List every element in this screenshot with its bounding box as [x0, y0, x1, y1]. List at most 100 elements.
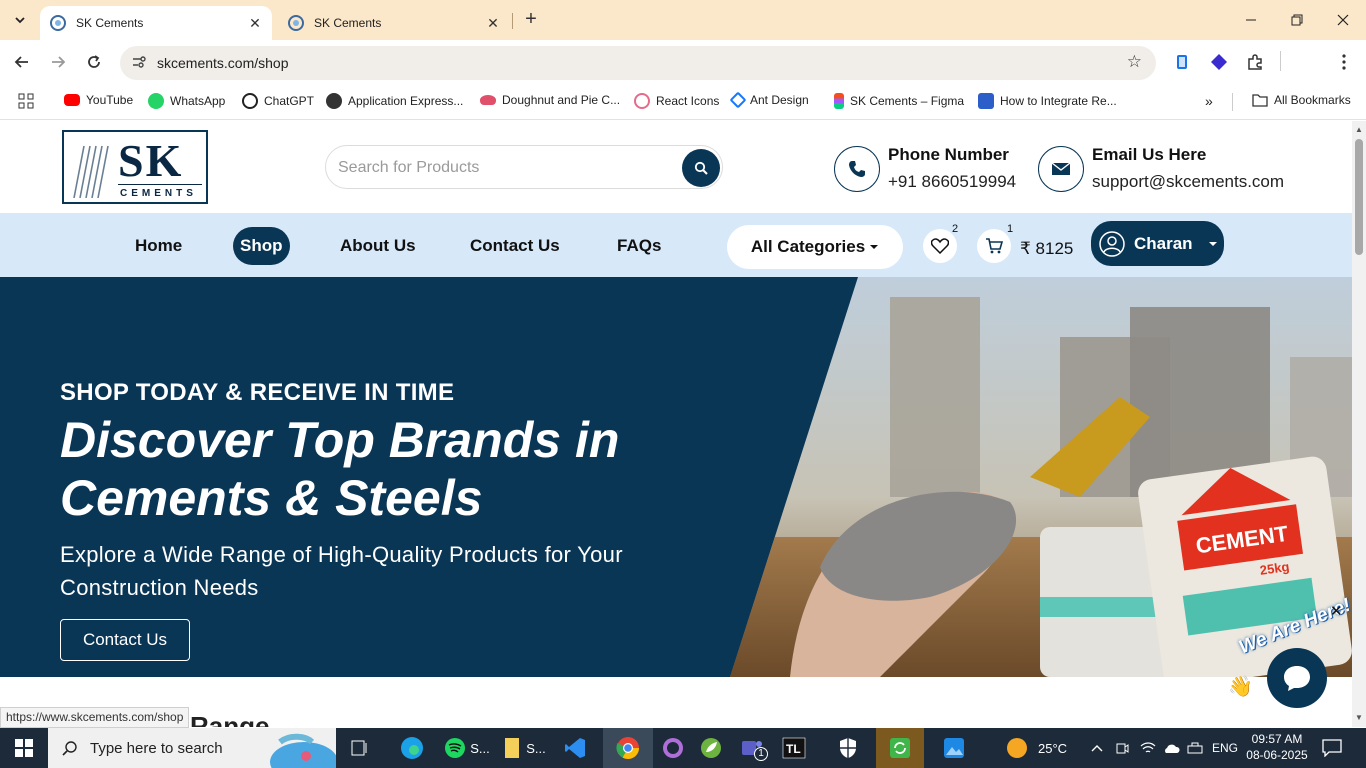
hero-contact-button[interactable]: Contact Us — [60, 619, 190, 661]
envelope-icon — [1038, 145, 1084, 192]
clipboard-extension-icon[interactable] — [1171, 51, 1193, 73]
browser-tab[interactable]: SK Cements ✕ — [278, 6, 510, 40]
meet-now-icon[interactable] — [1115, 728, 1129, 768]
all-bookmarks[interactable]: All Bookmarks — [1252, 93, 1351, 107]
search-button[interactable] — [682, 149, 720, 187]
wishlist-count: 2 — [952, 223, 959, 235]
tab-search-button[interactable] — [8, 8, 32, 32]
address-url[interactable]: skcements.com/shop — [157, 55, 289, 71]
scroll-thumb[interactable] — [1355, 139, 1363, 255]
tab-separator — [512, 13, 513, 29]
onedrive-cloud-icon[interactable] — [1162, 728, 1180, 768]
bookmark-whatsapp[interactable]: WhatsApp — [148, 93, 225, 109]
search-highlight-icon — [270, 733, 336, 768]
bookmark-star-icon[interactable]: ☆ — [1127, 52, 1142, 72]
cart-icon — [986, 238, 1003, 254]
bookmark-figma[interactable]: SK Cements – Figma — [834, 93, 964, 109]
nav-contact-us[interactable]: Contact Us — [470, 227, 560, 265]
bookmark-application-express[interactable]: Application Express... — [326, 93, 463, 109]
apps-grid-icon[interactable] — [18, 93, 34, 109]
page-scrollbar[interactable]: ▲ ▼ — [1352, 121, 1366, 727]
bookmark-chatgpt[interactable]: ChatGPT — [242, 93, 314, 109]
chat-close-icon[interactable]: ✕ — [1330, 602, 1343, 620]
search-input[interactable] — [338, 156, 668, 180]
close-window-button[interactable] — [1320, 4, 1366, 36]
file-icon — [505, 738, 520, 758]
react-icon — [634, 93, 650, 109]
extensions-puzzle-icon[interactable] — [1244, 51, 1266, 73]
nav-about-us[interactable]: About Us — [340, 227, 416, 265]
vscode-app[interactable] — [555, 728, 595, 768]
bookmark-ant-design[interactable]: Ant Design — [729, 91, 809, 109]
close-icon[interactable]: ✕ — [482, 15, 504, 32]
chevron-up-icon — [1091, 745, 1103, 752]
email-text: Email Us Here support@skcements.com — [1092, 145, 1284, 192]
photos-app[interactable] — [934, 728, 974, 768]
edge-app[interactable] — [392, 728, 432, 768]
weather-widget[interactable]: 25°C — [1006, 728, 1067, 768]
user-menu-button[interactable]: Charan — [1091, 221, 1224, 266]
file-explorer-app[interactable]: S... — [500, 728, 550, 768]
forward-button[interactable] — [46, 50, 70, 74]
extension-icon[interactable] — [1208, 51, 1230, 73]
tl-app[interactable]: TL — [776, 728, 812, 768]
nav-home[interactable]: Home — [135, 227, 182, 265]
bookmark-doughnut[interactable]: Doughnut and Pie C... — [480, 93, 620, 107]
show-hidden-icons[interactable] — [1090, 728, 1104, 768]
more-bookmarks-chevron-icon[interactable]: » — [1205, 93, 1213, 109]
notifications-button[interactable] — [1322, 728, 1342, 768]
chrome-icon — [616, 737, 639, 759]
network-icon[interactable] — [1187, 728, 1203, 768]
chat-bubble-icon — [1284, 666, 1310, 691]
input-language[interactable]: ENG — [1212, 728, 1238, 768]
chatgpt-icon — [242, 93, 258, 109]
nav-shop[interactable]: Shop — [233, 227, 290, 265]
bookmark-react-icons[interactable]: React Icons — [634, 93, 719, 109]
scroll-up-icon[interactable]: ▲ — [1355, 125, 1363, 134]
doughnut-icon — [480, 95, 496, 105]
caret-down-icon — [1208, 241, 1217, 246]
reload-button[interactable] — [82, 50, 106, 74]
taskbar-clock[interactable]: 09:57 AM 08-06-2025 — [1244, 731, 1310, 763]
site-info-icon[interactable] — [130, 54, 148, 72]
spotify-app[interactable]: S... — [442, 728, 492, 768]
cart-count: 1 — [1007, 223, 1014, 235]
restore-button[interactable] — [1274, 4, 1320, 36]
sync-app[interactable] — [876, 728, 924, 768]
wifi-icon[interactable] — [1140, 728, 1156, 768]
start-button[interactable] — [0, 728, 48, 768]
teams-app[interactable]: 1 — [732, 728, 772, 768]
cart-button[interactable] — [977, 229, 1011, 263]
address-bar[interactable]: skcements.com/shop ☆ — [120, 46, 1156, 80]
bookmark-youtube[interactable]: YouTube — [64, 93, 133, 107]
security-app[interactable] — [830, 728, 866, 768]
logo-word: CEMENTS — [120, 188, 197, 199]
github-app[interactable] — [655, 728, 691, 768]
bookmark-integrate[interactable]: How to Integrate Re... — [978, 93, 1117, 109]
hero-kicker: SHOP TODAY & RECEIVE IN TIME — [60, 379, 455, 406]
browser-tabstrip: SK Cements ✕ SK Cements ✕ + — [0, 0, 1366, 40]
close-icon[interactable]: ✕ — [244, 15, 266, 32]
site-logo[interactable]: SK CEMENTS — [62, 130, 208, 204]
task-view-button[interactable] — [340, 728, 380, 768]
new-tab-button[interactable]: + — [520, 8, 542, 30]
browser-tab-active[interactable]: SK Cements ✕ — [40, 6, 272, 40]
phone-title: Phone Number — [888, 145, 1009, 164]
toolbar-divider — [1280, 51, 1281, 71]
spring-tool-app[interactable] — [693, 728, 729, 768]
email-value[interactable]: support@skcements.com — [1092, 172, 1284, 192]
taskbar-search[interactable]: Type here to search — [48, 728, 336, 768]
browser-menu-icon[interactable] — [1333, 51, 1355, 73]
email-contact: Email Us Here support@skcements.com — [1038, 145, 1284, 192]
phone-value[interactable]: +91 8660519994 — [888, 172, 1016, 192]
back-button[interactable] — [10, 50, 34, 74]
categories-dropdown[interactable]: All Categories — [727, 225, 903, 269]
scroll-down-icon[interactable]: ▼ — [1355, 713, 1363, 722]
chat-open-button[interactable] — [1267, 648, 1327, 708]
close-icon — [1337, 14, 1349, 26]
minimize-button[interactable] — [1228, 4, 1274, 36]
nav-faqs[interactable]: FAQs — [617, 227, 661, 265]
section-heading: Range — [190, 711, 270, 727]
chrome-app[interactable] — [603, 728, 653, 768]
hero-title: Discover Top Brands in Cements & Steels — [60, 412, 620, 526]
